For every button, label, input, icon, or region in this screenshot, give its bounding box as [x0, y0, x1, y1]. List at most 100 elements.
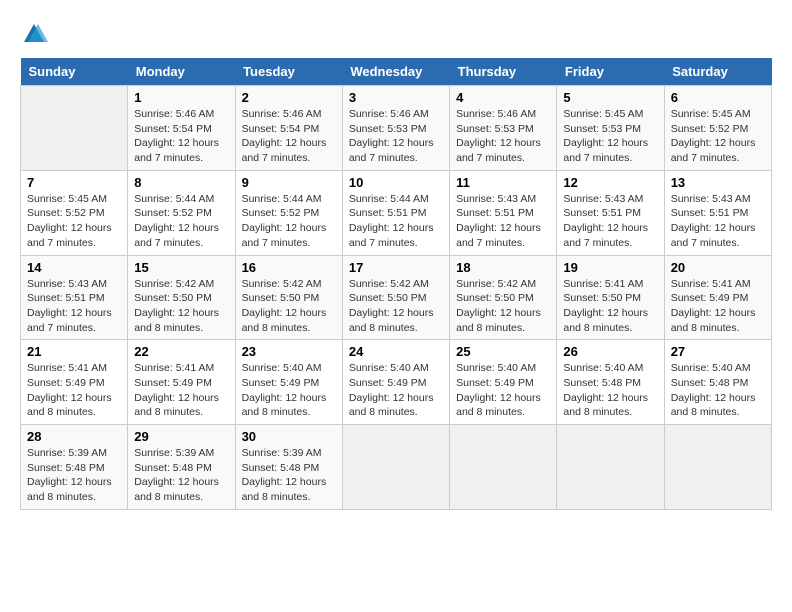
calendar-cell: [342, 425, 449, 510]
day-info: Sunrise: 5:42 AM Sunset: 5:50 PM Dayligh…: [349, 277, 443, 336]
day-number: 26: [563, 344, 657, 359]
logo: [20, 20, 54, 48]
calendar-cell: 29Sunrise: 5:39 AM Sunset: 5:48 PM Dayli…: [128, 425, 235, 510]
day-info: Sunrise: 5:42 AM Sunset: 5:50 PM Dayligh…: [134, 277, 228, 336]
day-info: Sunrise: 5:44 AM Sunset: 5:52 PM Dayligh…: [134, 192, 228, 251]
day-info: Sunrise: 5:43 AM Sunset: 5:51 PM Dayligh…: [27, 277, 121, 336]
day-number: 4: [456, 90, 550, 105]
calendar-cell: 2 Sunrise: 5:46 AM Sunset: 5:54 PM Daylig…: [235, 86, 342, 171]
day-number: 1: [134, 90, 228, 105]
col-header-saturday: Saturday: [664, 58, 771, 86]
week-row-2: 7 Sunrise: 5:45 AM Sunset: 5:52 PM Daylig…: [21, 170, 772, 255]
day-info: Sunrise: 5:43 AM Sunset: 5:51 PM Dayligh…: [456, 192, 550, 251]
calendar-cell: 30 Sunrise: 5:39 AM Sunset: 5:48 PM Dayli…: [235, 425, 342, 510]
day-number: 10: [349, 175, 443, 190]
calendar-cell: 25 Sunrise: 5:40 AM Sunset: 5:49 PM Dayli…: [450, 340, 557, 425]
col-header-thursday: Thursday: [450, 58, 557, 86]
day-info: Sunrise: 5:40 AM Sunset: 5:49 PM Dayligh…: [242, 361, 336, 420]
calendar-cell: 28 Sunrise: 5:39 AM Sunset: 5:48 PM Dayli…: [21, 425, 128, 510]
day-info: Sunrise: 5:45 AM Sunset: 5:52 PM Dayligh…: [671, 107, 765, 166]
day-info: Sunrise: 5:46 AM Sunset: 5:54 PM Dayligh…: [242, 107, 336, 166]
header: [20, 20, 772, 48]
calendar-cell: 18 Sunrise: 5:42 AM Sunset: 5:50 PM Dayli…: [450, 255, 557, 340]
calendar-cell: 12 Sunrise: 5:43 AM Sunset: 5:51 PM Dayli…: [557, 170, 664, 255]
day-info: Sunrise: 5:45 AM Sunset: 5:52 PM Dayligh…: [27, 192, 121, 251]
day-number: 27: [671, 344, 765, 359]
calendar-cell: 19 Sunrise: 5:41 AM Sunset: 5:50 PM Dayli…: [557, 255, 664, 340]
day-number: 20: [671, 260, 765, 275]
calendar-cell: 24 Sunrise: 5:40 AM Sunset: 5:49 PM Dayli…: [342, 340, 449, 425]
day-info: Sunrise: 5:40 AM Sunset: 5:49 PM Dayligh…: [456, 361, 550, 420]
day-info: Sunrise: 5:44 AM Sunset: 5:51 PM Dayligh…: [349, 192, 443, 251]
day-info: Sunrise: 5:40 AM Sunset: 5:48 PM Dayligh…: [671, 361, 765, 420]
day-number: 28: [27, 429, 121, 444]
day-info: Sunrise: 5:42 AM Sunset: 5:50 PM Dayligh…: [242, 277, 336, 336]
calendar-cell: 26 Sunrise: 5:40 AM Sunset: 5:48 PM Dayli…: [557, 340, 664, 425]
calendar-cell: 17 Sunrise: 5:42 AM Sunset: 5:50 PM Dayli…: [342, 255, 449, 340]
day-info: Sunrise: 5:41 AM Sunset: 5:49 PM Dayligh…: [671, 277, 765, 336]
day-number: 19: [563, 260, 657, 275]
day-number: 17: [349, 260, 443, 275]
calendar-cell: 23 Sunrise: 5:40 AM Sunset: 5:49 PM Dayli…: [235, 340, 342, 425]
day-info: Sunrise: 5:39 AM Sunset: 5:48 PM Dayligh…: [242, 446, 336, 505]
day-number: 14: [27, 260, 121, 275]
col-header-monday: Monday: [128, 58, 235, 86]
calendar-cell: 9 Sunrise: 5:44 AM Sunset: 5:52 PM Daylig…: [235, 170, 342, 255]
day-number: 9: [242, 175, 336, 190]
calendar-cell: 13Sunrise: 5:43 AM Sunset: 5:51 PM Dayli…: [664, 170, 771, 255]
calendar-cell: [664, 425, 771, 510]
day-info: Sunrise: 5:46 AM Sunset: 5:53 PM Dayligh…: [349, 107, 443, 166]
calendar-cell: [557, 425, 664, 510]
day-number: 7: [27, 175, 121, 190]
day-number: 5: [563, 90, 657, 105]
week-row-3: 14 Sunrise: 5:43 AM Sunset: 5:51 PM Dayli…: [21, 255, 772, 340]
calendar-cell: 20 Sunrise: 5:41 AM Sunset: 5:49 PM Dayli…: [664, 255, 771, 340]
calendar-cell: 3Sunrise: 5:46 AM Sunset: 5:53 PM Daylig…: [342, 86, 449, 171]
day-info: Sunrise: 5:46 AM Sunset: 5:53 PM Dayligh…: [456, 107, 550, 166]
week-row-1: 1 Sunrise: 5:46 AM Sunset: 5:54 PM Daylig…: [21, 86, 772, 171]
logo-icon: [20, 20, 48, 48]
day-number: 16: [242, 260, 336, 275]
col-header-wednesday: Wednesday: [342, 58, 449, 86]
day-number: 11: [456, 175, 550, 190]
calendar-cell: 15 Sunrise: 5:42 AM Sunset: 5:50 PM Dayli…: [128, 255, 235, 340]
calendar-cell: 16 Sunrise: 5:42 AM Sunset: 5:50 PM Dayli…: [235, 255, 342, 340]
day-info: Sunrise: 5:39 AM Sunset: 5:48 PM Dayligh…: [27, 446, 121, 505]
day-info: Sunrise: 5:40 AM Sunset: 5:49 PM Dayligh…: [349, 361, 443, 420]
calendar-table: SundayMondayTuesdayWednesdayThursdayFrid…: [20, 58, 772, 510]
calendar-cell: 14 Sunrise: 5:43 AM Sunset: 5:51 PM Dayli…: [21, 255, 128, 340]
day-number: 25: [456, 344, 550, 359]
calendar-cell: 8 Sunrise: 5:44 AM Sunset: 5:52 PM Daylig…: [128, 170, 235, 255]
day-info: Sunrise: 5:42 AM Sunset: 5:50 PM Dayligh…: [456, 277, 550, 336]
day-number: 2: [242, 90, 336, 105]
day-number: 18: [456, 260, 550, 275]
calendar-cell: 22Sunrise: 5:41 AM Sunset: 5:49 PM Dayli…: [128, 340, 235, 425]
day-number: 23: [242, 344, 336, 359]
calendar-cell: 7 Sunrise: 5:45 AM Sunset: 5:52 PM Daylig…: [21, 170, 128, 255]
header-row: SundayMondayTuesdayWednesdayThursdayFrid…: [21, 58, 772, 86]
day-info: Sunrise: 5:41 AM Sunset: 5:50 PM Dayligh…: [563, 277, 657, 336]
calendar-cell: 10 Sunrise: 5:44 AM Sunset: 5:51 PM Dayli…: [342, 170, 449, 255]
day-info: Sunrise: 5:44 AM Sunset: 5:52 PM Dayligh…: [242, 192, 336, 251]
day-info: Sunrise: 5:43 AM Sunset: 5:51 PM Dayligh…: [563, 192, 657, 251]
day-number: 8: [134, 175, 228, 190]
day-info: Sunrise: 5:40 AM Sunset: 5:48 PM Dayligh…: [563, 361, 657, 420]
day-number: 22: [134, 344, 228, 359]
day-number: 13: [671, 175, 765, 190]
day-info: Sunrise: 5:41 AM Sunset: 5:49 PM Dayligh…: [27, 361, 121, 420]
day-number: 15: [134, 260, 228, 275]
day-number: 24: [349, 344, 443, 359]
calendar-cell: 5Sunrise: 5:45 AM Sunset: 5:53 PM Daylig…: [557, 86, 664, 171]
calendar-cell: [450, 425, 557, 510]
calendar-cell: 11 Sunrise: 5:43 AM Sunset: 5:51 PM Dayli…: [450, 170, 557, 255]
day-number: 30: [242, 429, 336, 444]
calendar-cell: 4 Sunrise: 5:46 AM Sunset: 5:53 PM Daylig…: [450, 86, 557, 171]
col-header-sunday: Sunday: [21, 58, 128, 86]
col-header-friday: Friday: [557, 58, 664, 86]
day-number: 12: [563, 175, 657, 190]
calendar-cell: 21Sunrise: 5:41 AM Sunset: 5:49 PM Dayli…: [21, 340, 128, 425]
calendar-cell: 1Sunrise: 5:46 AM Sunset: 5:54 PM Daylig…: [128, 86, 235, 171]
calendar-cell: 27 Sunrise: 5:40 AM Sunset: 5:48 PM Dayli…: [664, 340, 771, 425]
week-row-5: 28 Sunrise: 5:39 AM Sunset: 5:48 PM Dayli…: [21, 425, 772, 510]
calendar-cell: 6Sunrise: 5:45 AM Sunset: 5:52 PM Daylig…: [664, 86, 771, 171]
